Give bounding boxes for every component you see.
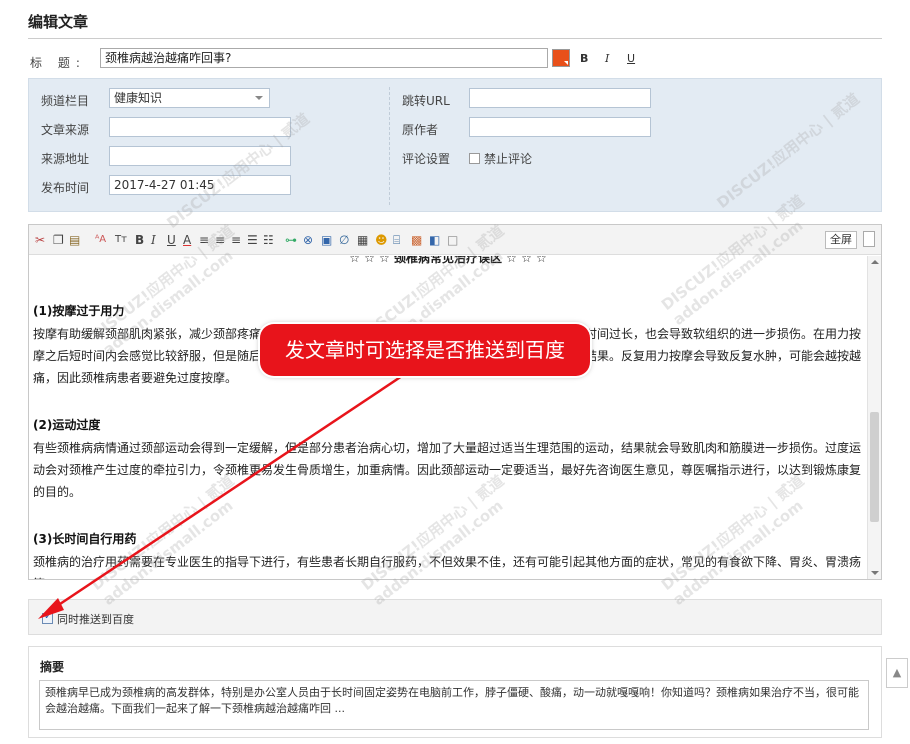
annotation-callout: 发文章时可选择是否推送到百度: [260, 324, 590, 376]
font-color-icon[interactable]: A: [183, 233, 191, 247]
title-color-picker[interactable]: [552, 49, 570, 67]
page-title: 编辑文章: [28, 13, 89, 31]
chevron-down-icon: [255, 96, 263, 100]
summary-panel: 摘要 颈椎病早已成为颈椎病的高发群体，特别是办公室人员由于长时间固定姿势在电脑前…: [28, 646, 882, 738]
align-left-icon[interactable]: ≡: [199, 233, 209, 247]
section-paragraph: 有些颈椎病病情通过颈部运动会得到一定缓解，但是部分患者治病心切，增加了大量超过适…: [33, 441, 862, 499]
title-underline-button[interactable]: U: [627, 52, 635, 65]
summary-title: 摘要: [40, 660, 65, 674]
title-divider: [28, 38, 882, 39]
disable-comment-option[interactable]: 禁止评论: [469, 150, 532, 167]
align-center-icon[interactable]: ≡: [215, 233, 225, 247]
comment-setting-label: 评论设置: [402, 152, 451, 166]
push-baidu-checkbox[interactable]: [42, 611, 53, 624]
channel-select-value: 健康知识: [114, 91, 163, 105]
publish-time-label: 发布时间: [41, 181, 90, 195]
push-baidu-label: 同时推送到百度: [57, 613, 134, 626]
section-heading: (2)运动过度: [33, 418, 101, 432]
scroll-up-icon[interactable]: [871, 260, 879, 264]
ordered-list-icon[interactable]: ☰: [247, 233, 258, 247]
font-family-icon[interactable]: ᴬA: [95, 233, 106, 247]
summary-textarea[interactable]: 颈椎病早已成为颈椎病的高发群体，特别是办公室人员由于长时间固定姿势在电脑前工作，…: [39, 680, 869, 730]
meta-divider: [389, 87, 390, 205]
cut-icon[interactable]: ✂: [35, 233, 45, 247]
source-label: 文章来源: [41, 123, 90, 137]
original-author-input[interactable]: [469, 117, 651, 137]
source-url-input[interactable]: [109, 146, 291, 166]
underline-icon[interactable]: U: [167, 233, 176, 247]
italic-icon[interactable]: I: [151, 233, 156, 247]
disable-comment-checkbox[interactable]: [469, 153, 480, 164]
content-subtitle: ☆ ☆ ☆ 颈椎病常见治疗误区 ☆ ☆ ☆: [349, 256, 547, 265]
media-icon[interactable]: ▩: [411, 233, 422, 247]
link-icon[interactable]: ⊶: [285, 233, 297, 247]
title-row: 标 题: 颈椎病越治越痛咋回事? B I U: [28, 48, 882, 72]
title-italic-button[interactable]: I: [605, 52, 609, 65]
channel-select[interactable]: 健康知识: [109, 88, 270, 108]
fullscreen-button[interactable]: 全屏: [825, 231, 857, 249]
channel-label: 频道栏目: [41, 94, 90, 108]
jump-url-input[interactable]: [469, 88, 651, 108]
table-icon[interactable]: ▦: [357, 233, 368, 247]
source-url-label: 来源地址: [41, 152, 90, 166]
source-input[interactable]: [109, 117, 291, 137]
editor-scrollbar[interactable]: [867, 256, 881, 579]
title-input[interactable]: 颈椎病越治越痛咋回事?: [100, 48, 548, 68]
scroll-down-icon[interactable]: [871, 571, 879, 575]
jump-url-label: 跳转URL: [402, 94, 450, 108]
font-size-icon[interactable]: Tт: [115, 233, 127, 247]
article-meta-panel: 频道栏目 健康知识 跳转URL 文章来源 原作者 来源地址 评论设置 禁止评论 …: [28, 78, 882, 212]
rich-text-editor: ✂ ❐ ▤ ᴬA Tт B I U A ≡ ≡ ≡ ☰ ☷ ⊶ ⊗ ▣ ∅ ▦ …: [28, 224, 882, 580]
section-heading: (3)长时间自行用药: [33, 532, 137, 546]
source-view-button[interactable]: [863, 231, 875, 247]
unordered-list-icon[interactable]: ☷: [263, 233, 274, 247]
publish-time-input[interactable]: 2017-4-27 01:45: [109, 175, 291, 195]
push-baidu-option[interactable]: 同时推送到百度: [42, 611, 134, 627]
paste-icon[interactable]: ▤: [69, 233, 80, 247]
code-icon[interactable]: ⌸: [393, 233, 400, 247]
back-to-top-button[interactable]: ▲: [886, 658, 908, 688]
attach-icon[interactable]: ∅: [339, 233, 349, 247]
flash-icon[interactable]: ◧: [429, 233, 440, 247]
disable-comment-label: 禁止评论: [484, 152, 533, 166]
editor-content[interactable]: ☆ ☆ ☆ 颈椎病常见治疗误区 ☆ ☆ ☆ (1)按摩过于用力 按摩有助缓解颈部…: [29, 256, 867, 579]
unlink-icon[interactable]: ⊗: [303, 233, 313, 247]
bold-icon[interactable]: B: [135, 233, 144, 247]
section-heading: (1)按摩过于用力: [33, 304, 125, 318]
editor-toolbar: ✂ ❐ ▤ ᴬA Tт B I U A ≡ ≡ ≡ ☰ ☷ ⊶ ⊗ ▣ ∅ ▦ …: [29, 225, 881, 255]
push-baidu-row: 同时推送到百度: [28, 599, 882, 635]
section-paragraph: 颈椎病的治疗用药需要在专业医生的指导下进行，有些患者长期自行服药，不但效果不佳，…: [33, 555, 862, 579]
align-right-icon[interactable]: ≡: [231, 233, 241, 247]
image-icon[interactable]: ▣: [321, 233, 332, 247]
title-bold-button[interactable]: B: [580, 52, 588, 65]
emoticon-icon[interactable]: ☻: [375, 233, 388, 247]
scroll-thumb[interactable]: [870, 412, 879, 522]
original-author-label: 原作者: [402, 123, 439, 137]
copy-icon[interactable]: ❐: [53, 233, 64, 247]
title-label: 标 题:: [30, 56, 86, 70]
page-break-icon[interactable]: □: [447, 233, 458, 247]
